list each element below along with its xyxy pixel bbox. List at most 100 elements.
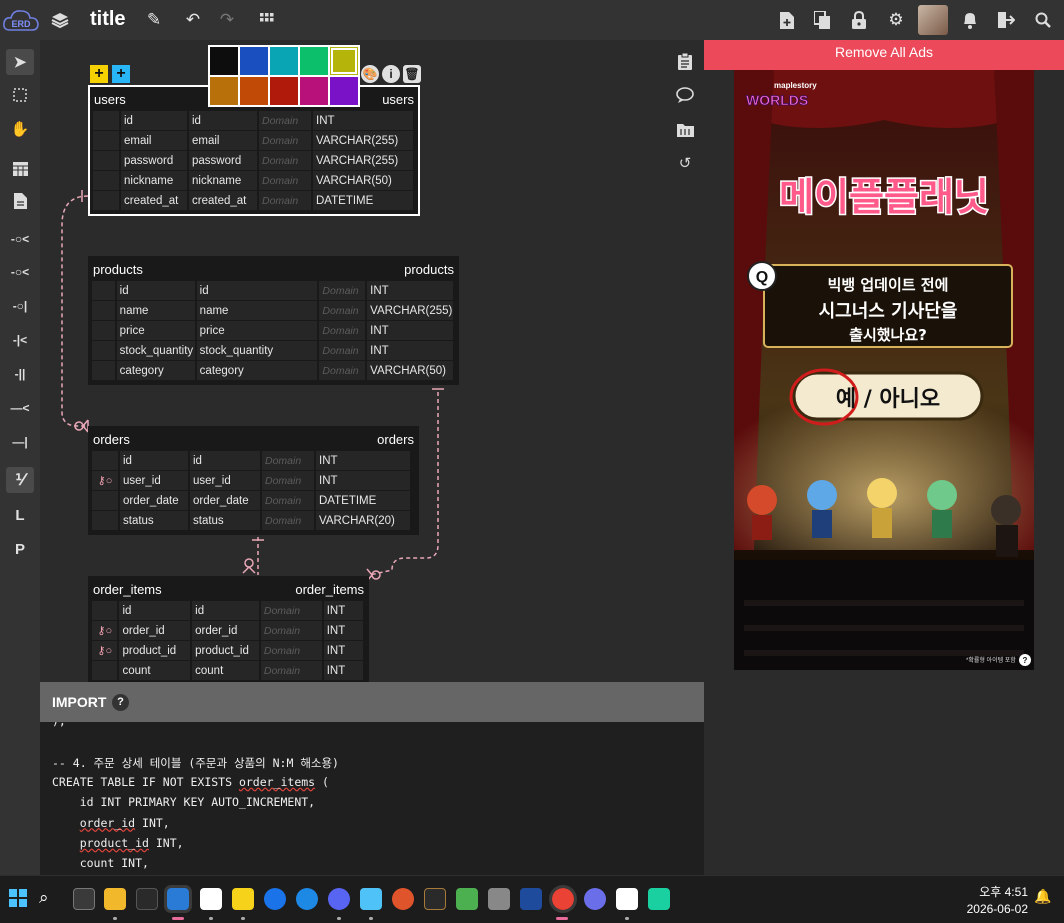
column-name[interactable]: count — [119, 661, 191, 680]
key-slot[interactable] — [92, 341, 115, 360]
layers-icon[interactable] — [49, 9, 71, 31]
column-domain[interactable]: Domain — [319, 281, 366, 300]
column-data-type[interactable]: VARCHAR(50) — [313, 171, 413, 190]
table-name[interactable]: order_items — [93, 582, 162, 597]
column-data-type[interactable]: INT — [323, 621, 363, 640]
trash-icon[interactable]: 🗑 — [403, 65, 421, 83]
discord-icon[interactable] — [328, 888, 350, 910]
table-column-row[interactable]: name name Domain VARCHAR(255) — [92, 301, 455, 321]
claude-icon[interactable] — [392, 888, 414, 910]
column-logical-name[interactable]: count — [192, 661, 259, 680]
bell-icon[interactable] — [959, 9, 981, 31]
key-slot[interactable] — [92, 491, 118, 510]
windows-start-icon[interactable] — [8, 888, 30, 910]
column-name[interactable]: category — [116, 361, 195, 380]
column-data-type[interactable]: DATETIME — [313, 191, 413, 210]
column-name[interactable]: product_id — [119, 641, 191, 660]
history-icon[interactable]: ↺ — [674, 152, 696, 174]
foreign-key-icon[interactable]: ⚷○ — [92, 641, 118, 660]
copy-icon[interactable] — [811, 9, 833, 31]
info-icon[interactable]: i — [382, 65, 400, 83]
key-slot[interactable] — [93, 171, 119, 190]
column-name[interactable]: id — [119, 601, 191, 620]
column-name[interactable]: order_id — [119, 621, 191, 640]
sql-import-editor[interactable]: ); -- 4. 주문 상세 테이블 (주문과 상품의 N:M 해소용) CREAT… — [40, 722, 704, 875]
color-swatch[interactable] — [210, 77, 238, 105]
column-name[interactable]: order_date — [120, 491, 188, 510]
column-logical-name[interactable]: created_at — [189, 191, 257, 210]
foreign-key-icon[interactable]: ⚷○ — [92, 621, 118, 640]
clipboard-icon[interactable] — [674, 50, 696, 72]
column-logical-name[interactable]: order_id — [192, 621, 259, 640]
search-icon[interactable]: ⌕ — [39, 888, 61, 910]
column-data-type[interactable]: INT — [323, 661, 363, 680]
table-products[interactable]: products products id id Domain INT name name Do… — [88, 256, 459, 385]
erd-cloud-logo[interactable]: ERD — [2, 6, 40, 34]
identifying-toggle-icon[interactable]: ⅟ — [6, 467, 34, 493]
column-domain[interactable]: Domain — [262, 451, 314, 470]
relation-n-icon[interactable]: —< — [6, 395, 34, 421]
messenger-icon[interactable] — [584, 888, 606, 910]
key-slot[interactable] — [93, 151, 119, 170]
table-column-row[interactable]: nickname nickname Domain VARCHAR(50) — [93, 171, 415, 191]
key-slot[interactable] — [93, 111, 119, 130]
table-column-row[interactable]: ⚷○ order_id order_id Domain INT — [92, 621, 365, 641]
key-slot[interactable] — [92, 361, 115, 380]
hand-pan-icon[interactable]: ✋ — [6, 116, 34, 142]
column-data-type[interactable]: INT — [316, 471, 410, 490]
system-clock[interactable]: 오후 4:51 2026-06-02 — [950, 884, 1028, 918]
edit-pencil-icon[interactable]: ✎ — [143, 9, 165, 31]
table-orders[interactable]: orders orders id id Domain INT ⚷○ user_id user_… — [88, 426, 419, 535]
table-comment[interactable]: products — [404, 262, 454, 277]
color-swatch[interactable] — [240, 47, 268, 75]
undo-icon[interactable]: ↶ — [182, 9, 204, 31]
column-data-type[interactable]: INT — [313, 111, 413, 130]
color-swatch[interactable] — [240, 77, 268, 105]
column-logical-name[interactable]: status — [190, 511, 260, 530]
column-name[interactable]: user_id — [120, 471, 188, 490]
key-slot[interactable] — [92, 301, 115, 320]
column-name[interactable]: password — [121, 151, 187, 170]
column-domain[interactable]: Domain — [259, 151, 311, 170]
column-domain[interactable]: Domain — [319, 301, 366, 320]
table-column-row[interactable]: password password Domain VARCHAR(255) — [93, 151, 415, 171]
relation-zero-one-n-icon[interactable]: -○< — [6, 226, 34, 252]
relation-zero-one-icon[interactable]: -○| — [6, 293, 34, 319]
notion-icon[interactable] — [200, 888, 222, 910]
column-domain[interactable]: Domain — [259, 111, 311, 130]
column-name[interactable]: id — [121, 111, 187, 130]
column-domain[interactable]: Domain — [319, 321, 366, 340]
table-column-row[interactable]: id id Domain INT — [92, 451, 415, 471]
column-domain[interactable]: Domain — [262, 471, 314, 490]
table-name[interactable]: products — [93, 262, 143, 277]
camera-icon[interactable] — [488, 888, 510, 910]
relation-one-one-icon[interactable]: -|| — [6, 361, 34, 387]
user-avatar[interactable] — [918, 5, 948, 35]
add-pk-column-button[interactable]: + — [112, 65, 130, 83]
column-logical-name[interactable]: name — [196, 301, 318, 320]
column-data-type[interactable]: INT — [323, 641, 363, 660]
column-data-type[interactable]: VARCHAR(50) — [367, 361, 453, 380]
add-column-button[interactable]: + — [90, 65, 108, 83]
folder-icon[interactable] — [674, 118, 696, 140]
color-swatch[interactable] — [270, 47, 298, 75]
column-name[interactable]: name — [116, 301, 195, 320]
column-domain[interactable]: Domain — [260, 601, 322, 620]
relation-one-icon[interactable]: —| — [6, 429, 34, 455]
color-swatch[interactable] — [270, 77, 298, 105]
column-logical-name[interactable]: order_date — [190, 491, 260, 510]
column-name[interactable]: id — [120, 451, 188, 470]
table-comment[interactable]: order_items — [295, 582, 364, 597]
column-logical-name[interactable]: nickname — [189, 171, 257, 190]
color-swatch[interactable] — [300, 47, 328, 75]
table-column-row[interactable]: status status Domain VARCHAR(20) — [92, 511, 415, 531]
column-data-type[interactable]: VARCHAR(20) — [316, 511, 410, 530]
vscode-icon[interactable] — [164, 885, 192, 913]
import-panel-header[interactable]: IMPORT ? — [40, 682, 704, 722]
column-data-type[interactable]: INT — [323, 601, 363, 620]
table-column-row[interactable]: category category Domain VARCHAR(50) — [92, 361, 455, 381]
column-logical-name[interactable]: stock_quantity — [196, 341, 318, 360]
document-title[interactable]: title — [90, 8, 126, 31]
physical-p-icon[interactable]: P — [6, 536, 34, 562]
column-name[interactable]: stock_quantity — [116, 341, 195, 360]
